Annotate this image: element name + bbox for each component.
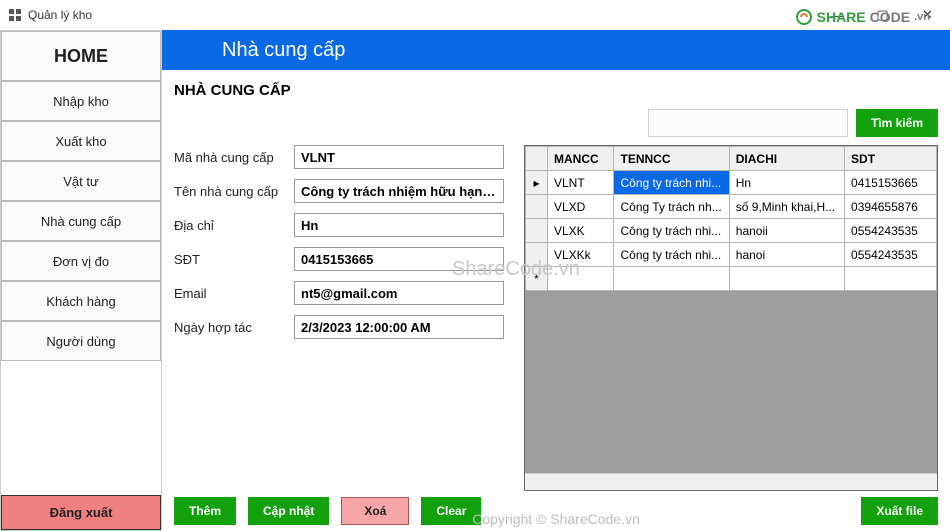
title-bar: Quản lý kho SHARECODE.vn — ▢ ✕ — [0, 0, 950, 30]
grid-scrollbar[interactable] — [525, 473, 937, 490]
sidebar-item-nhapkho[interactable]: Nhập kho — [1, 81, 161, 121]
clear-button[interactable]: Clear — [421, 497, 481, 525]
input-ngay[interactable] — [294, 315, 504, 339]
export-button[interactable]: Xuất file — [861, 497, 938, 525]
input-tenncc[interactable] — [294, 179, 504, 203]
app-icon — [8, 8, 22, 22]
label-mancc: Mã nhà cung cấp — [174, 150, 294, 165]
page-header: Nhà cung cấp — [162, 30, 950, 70]
search-input[interactable] — [648, 109, 848, 137]
label-ngay: Ngày hợp tác — [174, 320, 294, 335]
input-sdt[interactable] — [294, 247, 504, 271]
col-diachi[interactable]: DIACHI — [729, 147, 844, 171]
sidebar-item-donvido[interactable]: Đơn vị đo — [1, 241, 161, 281]
table-row[interactable]: VLXKCông ty trách nhi...hanoii0554243535 — [526, 219, 937, 243]
col-mancc[interactable]: MANCC — [548, 147, 614, 171]
detail-form: Mã nhà cung cấp Tên nhà cung cấp Địa chỉ… — [174, 145, 504, 491]
delete-button[interactable]: Xoá — [341, 497, 409, 525]
table-row[interactable]: ▸VLNTCông ty trách nhi...Hn0415153665 — [526, 171, 937, 195]
add-button[interactable]: Thêm — [174, 497, 236, 525]
watermark-logo: SHARECODE.vn — [795, 8, 930, 26]
sidebar-item-vattu[interactable]: Vật tư — [1, 161, 161, 201]
search-button[interactable]: Tìm kiếm — [856, 109, 938, 137]
label-email: Email — [174, 286, 294, 301]
update-button[interactable]: Cập nhật — [248, 497, 329, 525]
sidebar-item-khachhang[interactable]: Khách hàng — [1, 281, 161, 321]
section-title: NHÀ CUNG CẤP — [174, 82, 938, 99]
table-row[interactable]: VLXDCông Ty trách nh...số 9,Minh khai,H.… — [526, 195, 937, 219]
col-tenncc[interactable]: TENNCC — [614, 147, 729, 171]
sidebar: HOME Nhập kho Xuất kho Vật tư Nhà cung c… — [0, 30, 162, 531]
label-diachi: Địa chỉ — [174, 218, 294, 233]
sidebar-item-nguoidung[interactable]: Người dùng — [1, 321, 161, 361]
table-row-new[interactable]: * — [526, 267, 937, 291]
label-tenncc: Tên nhà cung cấp — [174, 184, 294, 199]
col-sdt[interactable]: SDT — [845, 147, 937, 171]
logout-button[interactable]: Đăng xuất — [1, 495, 161, 530]
data-grid[interactable]: MANCC TENNCC DIACHI SDT ▸VLNTCông ty trá… — [524, 145, 938, 491]
sidebar-item-xuatkho[interactable]: Xuất kho — [1, 121, 161, 161]
input-email[interactable] — [294, 281, 504, 305]
page-title: Nhà cung cấp — [222, 39, 345, 62]
input-diachi[interactable] — [294, 213, 504, 237]
sidebar-home[interactable]: HOME — [1, 31, 161, 81]
sidebar-item-nhacungcap[interactable]: Nhà cung cấp — [1, 201, 161, 241]
input-mancc[interactable] — [294, 145, 504, 169]
table-row[interactable]: VLXKkCông ty trách nhi...hanoi0554243535 — [526, 243, 937, 267]
window-title: Quản lý kho — [28, 8, 92, 22]
label-sdt: SĐT — [174, 252, 294, 267]
